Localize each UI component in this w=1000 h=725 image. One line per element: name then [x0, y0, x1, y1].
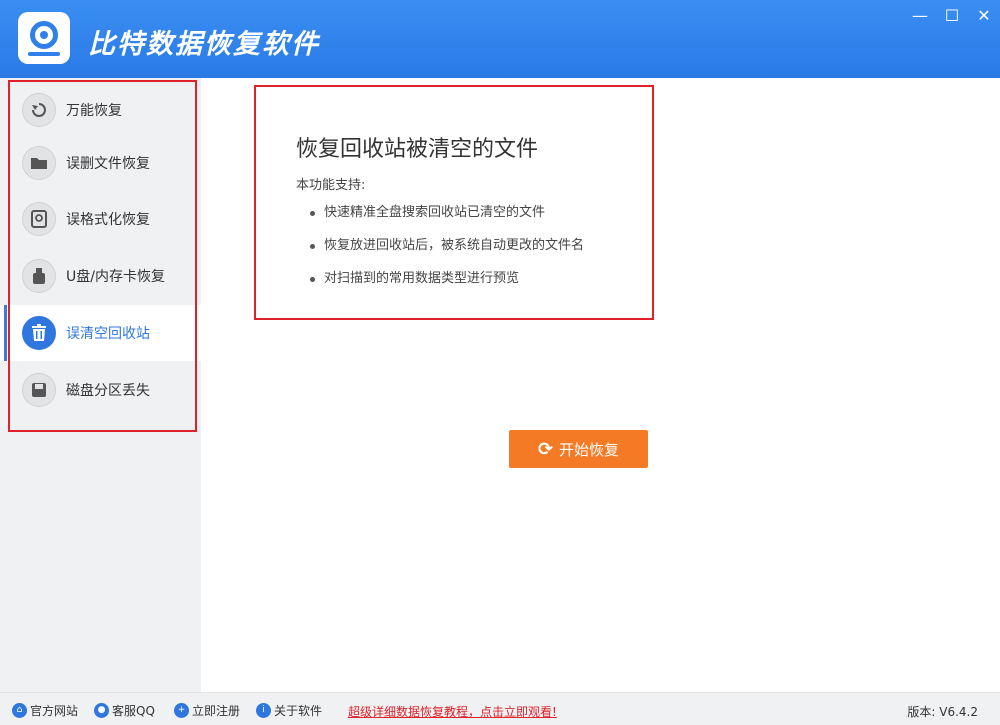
- about-label: 关于软件: [274, 703, 323, 718]
- start-recovery-label: 开始恢复: [559, 440, 620, 459]
- customer-qq-link[interactable]: ● 客服QQ: [94, 702, 155, 718]
- title-bar: 比特数据恢复软件 — ☐ ✕: [0, 0, 1000, 78]
- maximize-button[interactable]: ☐: [936, 0, 968, 30]
- user-add-icon: +: [174, 702, 189, 718]
- home-icon: ⌂: [12, 702, 27, 718]
- official-site-link[interactable]: ⌂ 官方网站: [12, 702, 78, 718]
- info-icon: i: [256, 702, 271, 718]
- feature-description-box: 恢复回收站被清空的文件 本功能支持: 快速精准全盘搜索回收站已清空的文件 恢复放…: [254, 85, 654, 320]
- app-title: 比特数据恢复软件: [88, 29, 320, 60]
- list-item: 对扫描到的常用数据类型进行预览: [308, 267, 584, 300]
- close-button[interactable]: ✕: [968, 0, 1000, 30]
- customer-qq-label: 客服QQ: [112, 703, 155, 718]
- list-item: 快速精准全盘搜索回收站已清空的文件: [308, 201, 584, 234]
- main-panel: 恢复回收站被清空的文件 本功能支持: 快速精准全盘搜索回收站已清空的文件 恢复放…: [201, 78, 1000, 692]
- start-recovery-button[interactable]: ⟳ 开始恢复: [509, 430, 648, 468]
- status-bar: ⌂ 官方网站 ● 客服QQ + 立即注册 i 关于软件 超级详细数据恢复教程，点…: [0, 692, 1000, 725]
- version-label: 版本: V6.4.2: [907, 705, 978, 719]
- list-item: 恢复放进回收站后，被系统自动更改的文件名: [308, 234, 584, 267]
- tutorial-promo-link[interactable]: 超级详细数据恢复教程，点击立即观看!: [348, 703, 557, 720]
- window-controls: — ☐ ✕: [904, 0, 1000, 30]
- official-site-label: 官方网站: [30, 703, 79, 718]
- about-link[interactable]: i 关于软件: [256, 702, 322, 718]
- sidebar-highlight-frame: [8, 80, 197, 432]
- minimize-button[interactable]: —: [904, 0, 936, 30]
- register-label: 立即注册: [192, 703, 241, 718]
- feature-title: 恢复回收站被清空的文件: [296, 137, 539, 162]
- refresh-icon: ⟳: [537, 438, 554, 460]
- register-link[interactable]: + 立即注册: [174, 702, 240, 718]
- sidebar: 万能恢复 误删文件恢复 误格式化恢复 U盘/内存卡恢复 误清空回收站 磁盘分区丢…: [0, 78, 201, 692]
- feature-subtitle: 本功能支持:: [296, 178, 366, 193]
- qq-icon: ●: [94, 702, 109, 718]
- app-logo-icon: [18, 12, 70, 64]
- feature-list: 快速精准全盘搜索回收站已清空的文件 恢复放进回收站后，被系统自动更改的文件名 对…: [308, 201, 584, 300]
